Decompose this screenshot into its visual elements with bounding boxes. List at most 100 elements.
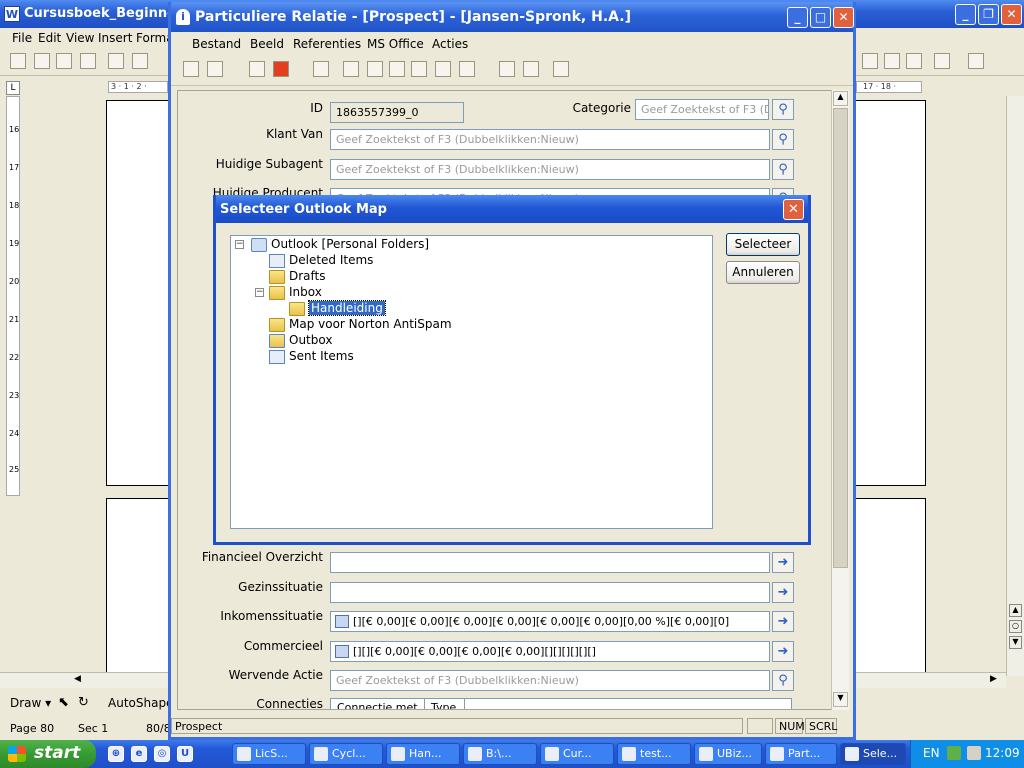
tree-node-drafts[interactable]: Drafts xyxy=(269,268,326,284)
connecties-header-type[interactable]: Type xyxy=(425,699,465,709)
save-icon[interactable] xyxy=(56,53,72,69)
tree-node-root[interactable]: Outlook [Personal Folders] xyxy=(251,236,429,252)
collapse-inbox-icon[interactable]: − xyxy=(255,288,264,297)
inkomenssituatie-arrow-icon[interactable]: ➜ xyxy=(772,611,794,632)
word-restore-button[interactable]: ❐ xyxy=(978,4,999,25)
tree-node-outbox[interactable]: Outbox xyxy=(269,332,332,348)
dialog-title-bar[interactable]: Selecteer Outlook Map ✕ xyxy=(216,195,808,223)
task-button-cur[interactable]: Cur... xyxy=(540,743,614,765)
folder-new-icon[interactable] xyxy=(343,61,359,77)
task-button-lics[interactable]: LicS... xyxy=(232,743,306,765)
clock[interactable]: 12:09 xyxy=(985,746,1020,760)
menu-bestand[interactable]: Bestand xyxy=(192,37,241,51)
copy-icon[interactable] xyxy=(183,61,199,77)
quicklaunch-app-icon[interactable]: ◎ xyxy=(154,746,170,762)
categorie-input[interactable]: Geef Zoektekst of F3 (Du xyxy=(635,99,769,120)
menu-acties[interactable]: Acties xyxy=(432,37,468,51)
draw-menu[interactable]: Draw ▾ xyxy=(10,696,51,710)
tree-node-handleiding[interactable]: Handleiding xyxy=(289,300,386,316)
wervende-actie-search-icon[interactable]: ⚲ xyxy=(772,670,794,691)
scroll-up-icon[interactable]: ▲ xyxy=(833,91,848,106)
folder-star-icon[interactable] xyxy=(389,61,405,77)
rotate-icon[interactable]: ↻ xyxy=(78,695,89,710)
task-button-test[interactable]: test... xyxy=(617,743,691,765)
language-indicator[interactable]: EN xyxy=(923,746,940,760)
task-button-b-drive[interactable]: B:\... xyxy=(463,743,537,765)
refresh-icon[interactable] xyxy=(313,61,329,77)
align-icon[interactable] xyxy=(862,53,878,69)
new-document-icon[interactable] xyxy=(207,61,223,77)
categorie-search-icon[interactable]: ⚲ xyxy=(772,99,794,120)
menu-ms-office[interactable]: MS Office xyxy=(367,37,424,51)
tray-network-icon[interactable] xyxy=(967,746,981,760)
outdent-icon[interactable] xyxy=(906,53,922,69)
relatie-close-button[interactable]: ✕ xyxy=(833,7,854,28)
folder-tree[interactable]: − Outlook [Personal Folders] Deleted Ite… xyxy=(230,235,713,529)
selecteer-button[interactable]: Selecteer xyxy=(726,233,800,256)
task-button-ubiz[interactable]: UBiz... xyxy=(694,743,762,765)
financieel-overzicht-field[interactable] xyxy=(330,552,770,573)
start-button[interactable]: start xyxy=(0,740,96,768)
word-minimize-button[interactable]: _ xyxy=(955,4,976,25)
ubiz-quicklaunch-icon[interactable]: U xyxy=(177,746,193,762)
tree-node-sent[interactable]: Sent Items xyxy=(269,348,354,364)
open-icon[interactable] xyxy=(34,53,50,69)
tools-icon[interactable] xyxy=(459,61,475,77)
indent-icon[interactable] xyxy=(884,53,900,69)
word-menu-insert[interactable]: Insert xyxy=(98,31,132,45)
tree-node-inbox[interactable]: Inbox xyxy=(269,284,322,300)
relatie-maximize-button[interactable]: □ xyxy=(810,7,831,28)
scroll-right-arrow-icon[interactable]: ▶ xyxy=(990,674,997,684)
subagent-search-icon[interactable]: ⚲ xyxy=(772,159,794,180)
wervende-actie-input[interactable]: Geef Zoektekst of F3 (Dubbelklikken:Nieu… xyxy=(330,670,770,691)
relatie-vertical-scrollbar[interactable]: ▲ ▼ xyxy=(831,90,849,710)
word-menu-file[interactable]: File xyxy=(12,31,32,45)
task-button-part[interactable]: Part... xyxy=(765,743,837,765)
select-objects-icon[interactable]: ⬉ xyxy=(58,695,69,710)
relatie-title-bar[interactable]: i Particuliere Relatie - [Prospect] - [J… xyxy=(171,2,854,32)
commercieel-field[interactable]: [][][€ 0,00][€ 0,00][€ 0,00][€ 0,00][][]… xyxy=(330,641,770,662)
gezinssituatie-field[interactable] xyxy=(330,582,770,603)
word-menu-edit[interactable]: Edit xyxy=(38,31,61,45)
properties-icon[interactable] xyxy=(553,61,569,77)
relatie-minimize-button[interactable]: _ xyxy=(787,7,808,28)
task-button-han[interactable]: Han... xyxy=(386,743,460,765)
financieel-arrow-icon[interactable]: ➜ xyxy=(772,552,794,573)
menu-beeld[interactable]: Beeld xyxy=(250,37,284,51)
menu-referenties[interactable]: Referenties xyxy=(293,37,361,51)
collapse-root-icon[interactable]: − xyxy=(235,240,244,249)
subagent-input[interactable]: Geef Zoektekst of F3 (Dubbelklikken:Nieu… xyxy=(330,159,770,180)
quicklaunch-icon[interactable]: ⊕ xyxy=(108,746,124,762)
annuleren-button[interactable]: Annuleren xyxy=(726,261,800,284)
save-icon[interactable] xyxy=(249,61,265,77)
border-icon[interactable] xyxy=(934,53,950,69)
task-button-cycl[interactable]: Cycl... xyxy=(309,743,383,765)
task-button-sele[interactable]: Sele... xyxy=(840,743,906,765)
dialog-close-button[interactable]: ✕ xyxy=(783,199,804,220)
scroll-down-arrow-icon[interactable]: ▼ xyxy=(1009,636,1022,649)
permission-icon[interactable] xyxy=(80,53,96,69)
tray-app-icon[interactable] xyxy=(947,746,961,760)
word-menu-view[interactable]: View xyxy=(66,31,94,45)
checklist-icon[interactable] xyxy=(367,61,383,77)
gezinssituatie-arrow-icon[interactable]: ➜ xyxy=(772,582,794,603)
tab-selector-icon[interactable]: L xyxy=(6,81,20,95)
klant-van-search-icon[interactable]: ⚲ xyxy=(772,129,794,150)
print-icon[interactable] xyxy=(499,61,515,77)
tree-node-norton[interactable]: Map voor Norton AntiSpam xyxy=(269,316,452,332)
connecties-header-connectie[interactable]: Connectie met xyxy=(331,699,425,709)
scroll-down-icon[interactable]: ▼ xyxy=(833,692,848,707)
word-vertical-scrollbar[interactable]: ▲ ○ ▼ xyxy=(1006,96,1024,676)
folder-edit-icon[interactable] xyxy=(411,61,427,77)
scroll-left-arrow-icon[interactable]: ◀ xyxy=(74,674,81,684)
print-preview-icon[interactable] xyxy=(132,53,148,69)
word-close-button[interactable]: ✕ xyxy=(1001,4,1022,25)
print-preview-icon[interactable] xyxy=(523,61,539,77)
highlight-icon[interactable] xyxy=(968,53,984,69)
print-icon[interactable] xyxy=(108,53,124,69)
klant-van-input[interactable]: Geef Zoektekst of F3 (Dubbelklikken:Nieu… xyxy=(330,129,770,150)
select-browse-object-icon[interactable]: ○ xyxy=(1009,620,1022,633)
scroll-thumb[interactable] xyxy=(833,108,848,568)
alert-icon[interactable] xyxy=(273,61,289,77)
search-folder-icon[interactable] xyxy=(435,61,451,77)
